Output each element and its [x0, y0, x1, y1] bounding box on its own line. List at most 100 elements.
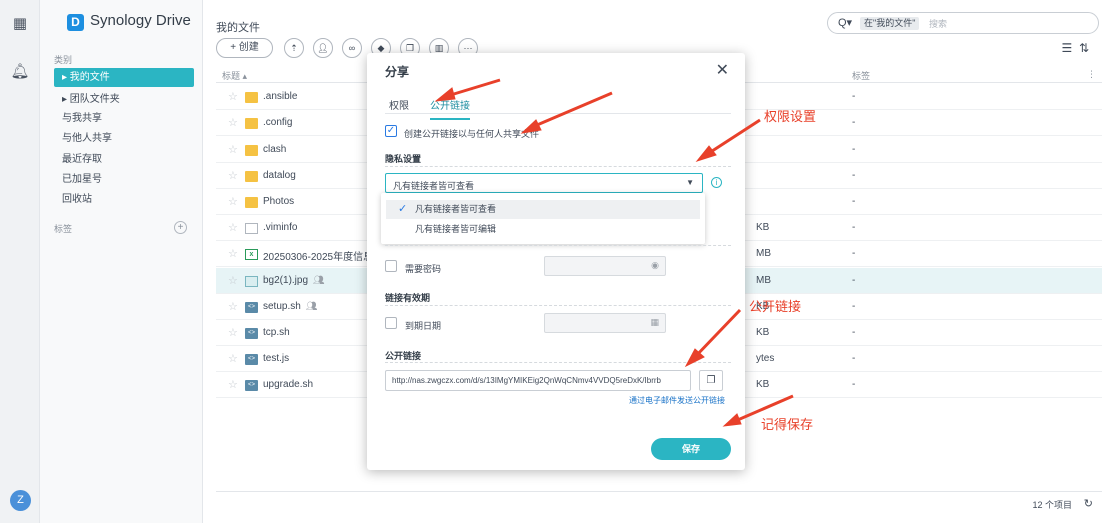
folder-icon — [245, 197, 258, 208]
file-name[interactable]: datalog — [263, 170, 296, 181]
file-name[interactable]: test.js — [263, 353, 289, 364]
sidebar-item-recycle-bin[interactable]: 回收站 — [54, 190, 194, 209]
option-edit[interactable]: 凡有链接者皆可编辑 — [386, 220, 700, 239]
divider — [385, 166, 731, 167]
star-icon[interactable]: ☆ — [228, 90, 238, 103]
avatar[interactable]: Z — [10, 490, 31, 511]
validity-heading: 链接有效期 — [385, 293, 431, 303]
add-user-icon[interactable]: 👤︎ — [313, 38, 333, 58]
divider — [385, 245, 731, 246]
divider — [385, 362, 731, 363]
expiry-checkbox[interactable] — [385, 317, 397, 329]
column-options-icon[interactable]: ⋮ — [1087, 69, 1096, 80]
star-icon[interactable]: ☆ — [228, 326, 238, 339]
file-tag: - — [852, 248, 856, 259]
upload-icon[interactable]: ⇡ — [284, 38, 304, 58]
code-file-icon: <> — [245, 380, 258, 391]
calendar-icon: ▦ — [650, 317, 659, 327]
search-input[interactable]: 搜索 — [929, 17, 947, 30]
chevron-down-icon: ▼ — [686, 178, 694, 187]
code-file-icon: <> — [245, 354, 258, 365]
public-link-field[interactable]: http://nas.zwgczx.com/d/s/13IMgYMIKEig2Q… — [385, 370, 691, 391]
apps-grid-icon[interactable]: ▦ — [10, 14, 30, 34]
share-dialog: 分享 ✕ 权限 公开链接 ✓ 创建公开链接以与任何人共享文件 隐私设置 凡有链接… — [367, 53, 745, 470]
app-title: Synology Drive — [90, 12, 191, 29]
star-icon[interactable]: ☆ — [228, 352, 238, 365]
file-name[interactable]: .ansible — [263, 91, 297, 102]
sidebar-item-my-files[interactable]: ▸ 我的文件 — [54, 68, 194, 87]
refresh-icon[interactable]: ↻ — [1084, 497, 1093, 510]
folder-icon — [245, 92, 258, 103]
file-name[interactable]: upgrade.sh — [263, 379, 313, 390]
permission-dropdown: ✓ 凡有链接者皆可查看 凡有链接者皆可编辑 — [381, 193, 705, 244]
email-link[interactable]: 通过电子邮件发送公开链接 — [629, 395, 725, 406]
app-rail: ▦ 🔔︎ Z — [0, 0, 40, 523]
add-tag-icon[interactable]: + — [174, 221, 187, 234]
save-button[interactable]: 保存 — [651, 438, 731, 460]
search-box[interactable]: Q▾ 在"我的文件" 搜索 — [827, 12, 1099, 34]
sidebar: D Synology Drive 类别 ▸ 我的文件 ▸ 团队文件夹 与我共享 … — [40, 0, 203, 523]
star-icon[interactable]: ☆ — [228, 143, 238, 156]
sidebar-item-shared-with-me[interactable]: 与我共享 — [54, 109, 194, 128]
file-icon — [245, 223, 258, 234]
file-tag: - — [852, 379, 856, 390]
star-icon[interactable]: ☆ — [228, 169, 238, 182]
info-icon[interactable]: i — [711, 177, 722, 188]
copy-link-button[interactable]: ❐ — [699, 370, 723, 391]
star-icon[interactable]: ☆ — [228, 221, 238, 234]
star-icon[interactable]: ☆ — [228, 300, 238, 313]
file-name[interactable]: Photos — [263, 196, 294, 207]
create-link-checkbox[interactable]: ✓ — [385, 125, 397, 137]
star-icon[interactable]: ☆ — [228, 247, 238, 260]
star-icon[interactable]: ☆ — [228, 116, 238, 129]
tab-public-link[interactable]: 公开链接 — [430, 97, 470, 120]
search-scope[interactable]: 在"我的文件" — [860, 17, 920, 30]
notification-bell-icon[interactable]: 🔔︎ — [10, 62, 30, 82]
option-view[interactable]: ✓ 凡有链接者皆可查看 — [386, 200, 700, 219]
file-name[interactable]: .viminfo — [263, 222, 297, 233]
tab-permission[interactable]: 权限 — [389, 97, 409, 112]
file-tag: - — [852, 117, 856, 128]
password-checkbox[interactable] — [385, 260, 397, 272]
file-tag: - — [852, 144, 856, 155]
public-link-heading: 公开链接 — [385, 351, 422, 361]
option-label: 凡有链接者皆可编辑 — [415, 224, 497, 234]
file-tag: - — [852, 170, 856, 181]
file-size: ytes — [756, 353, 775, 364]
sidebar-item-starred[interactable]: 已加星号 — [54, 170, 194, 189]
password-input: ◉ — [544, 256, 666, 276]
breadcrumb[interactable]: 我的文件 — [216, 19, 260, 35]
file-name[interactable]: setup.sh 👥︎ — [263, 301, 317, 312]
share-link-icon[interactable]: ∞ — [342, 38, 362, 58]
star-icon[interactable]: ☆ — [228, 378, 238, 391]
file-name[interactable]: clash — [263, 144, 286, 155]
column-tags[interactable]: 标签 — [852, 69, 870, 82]
tags-heading: 标签 — [54, 224, 73, 234]
create-link-label: 创建公开链接以与任何人共享文件 — [404, 129, 540, 139]
annotation-remember-save: 记得保存 — [761, 417, 814, 432]
sidebar-item-team-folders[interactable]: ▸ 团队文件夹 — [54, 90, 194, 109]
file-size: MB — [756, 248, 771, 259]
file-size: KB — [756, 379, 770, 390]
close-icon[interactable]: ✕ — [716, 60, 729, 80]
sidebar-item-recent[interactable]: 最近存取 — [54, 150, 194, 169]
star-icon[interactable]: ☆ — [228, 195, 238, 208]
divider — [385, 305, 731, 306]
file-tag: - — [852, 222, 856, 233]
sidebar-item-shared-with-others[interactable]: 与他人共享 — [54, 129, 194, 148]
file-name[interactable]: tcp.sh — [263, 327, 290, 338]
shared-users-icon: 👥︎ — [305, 301, 318, 311]
file-name[interactable]: .config — [263, 117, 292, 128]
file-tag: - — [852, 275, 856, 286]
search-icon[interactable]: Q▾ — [838, 16, 852, 29]
create-button[interactable]: + 创建 — [216, 38, 273, 58]
image-file-icon — [245, 276, 258, 287]
file-name[interactable]: bg2(1).jpg 👥︎ — [263, 275, 324, 286]
star-icon[interactable]: ☆ — [228, 274, 238, 287]
column-title[interactable]: 标题 ▴ — [222, 69, 247, 82]
view-toggle-icons[interactable]: ☰ ⇅ — [1062, 41, 1089, 55]
permission-select[interactable]: 凡有链接者皆可查看 ▼ — [385, 173, 703, 193]
file-name[interactable]: 20250306-2025年度信息系 — [263, 248, 383, 263]
synology-drive-logo: D — [67, 14, 84, 31]
file-tag: - — [852, 91, 856, 102]
